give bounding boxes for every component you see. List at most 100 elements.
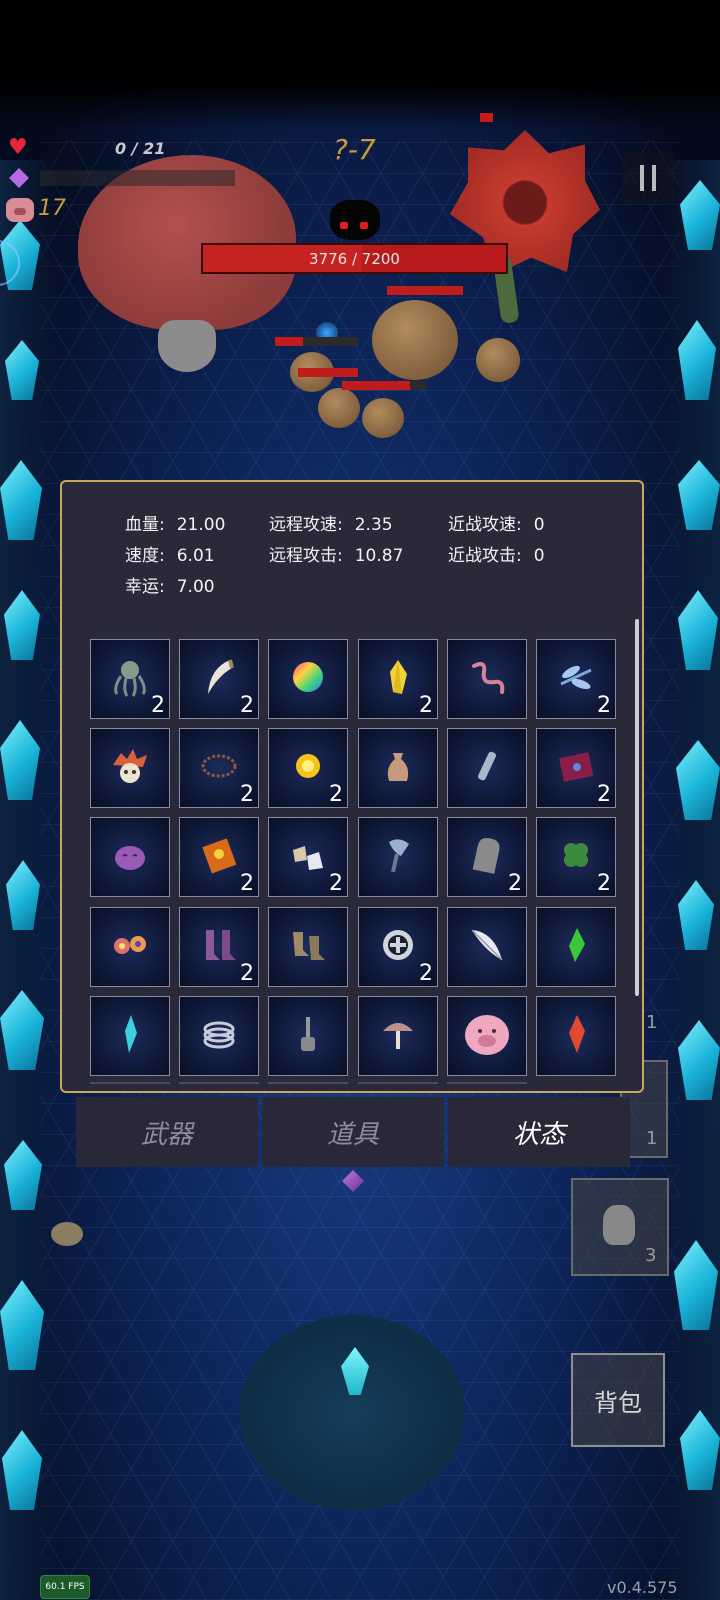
- potion-slot-count: 3: [645, 1245, 657, 1266]
- fps-counter: 60.1 FPS: [40, 1575, 90, 1599]
- flower-pair-icon: [107, 922, 153, 972]
- spellbook-icon: [553, 743, 599, 793]
- stat-hp: 血量: 21.00: [125, 515, 226, 535]
- rock-golem-enemy: [372, 300, 458, 380]
- heart-icon: ♥: [8, 135, 28, 160]
- enemy-health-bar: [342, 381, 410, 390]
- inventory-slot[interactable]: [268, 996, 348, 1076]
- partial-row: [90, 1082, 620, 1086]
- inventory-slot[interactable]: [447, 996, 527, 1076]
- left-crystal-wall: [0, 160, 60, 1600]
- tab-items[interactable]: 道具: [262, 1097, 444, 1167]
- cross-shield-ring-icon: [375, 922, 421, 972]
- cyan-crystal-icon: [107, 1011, 153, 1061]
- lantern-icon: [285, 1011, 331, 1061]
- inventory-slot[interactable]: [358, 728, 438, 808]
- backpack-button[interactable]: 背包: [571, 1353, 665, 1447]
- boss-health-text: 3776 / 7200: [309, 249, 400, 268]
- purple-boots-icon: [196, 922, 242, 972]
- purple-slime-icon: [107, 832, 153, 882]
- pouch-icon: [375, 743, 421, 793]
- item-count: 2: [240, 871, 254, 896]
- item-count: 2: [151, 693, 165, 718]
- spring-coil-icon: [196, 1011, 242, 1061]
- xp-bar: [40, 170, 235, 186]
- inventory-slot[interactable]: [90, 728, 170, 808]
- yellow-crystal-icon: [375, 654, 421, 704]
- inventory-slot[interactable]: [536, 996, 616, 1076]
- rainbow-orb-icon: [285, 654, 331, 704]
- leather-boots-icon: [285, 922, 331, 972]
- game-scene: ♥ 17 0 / 21 ?-7 3776 / 7200 1 1 3 背包 60.…: [0, 0, 720, 1600]
- version-text: v0.4.575: [607, 1578, 678, 1597]
- inventory-slot[interactable]: 2: [358, 639, 438, 719]
- item-count: 2: [240, 693, 254, 718]
- steel-axe-icon: [375, 832, 421, 882]
- tab-status[interactable]: 状态: [448, 1097, 630, 1167]
- inventory-slot[interactable]: [90, 907, 170, 987]
- item-count: 2: [329, 871, 343, 896]
- inventory-slot[interactable]: 2: [536, 639, 616, 719]
- inventory-slot[interactable]: 2: [268, 728, 348, 808]
- inventory-slot[interactable]: [447, 907, 527, 987]
- inventory-slot[interactable]: [447, 728, 527, 808]
- ore-chunks-icon: [285, 832, 331, 882]
- thorn-ring-icon: [196, 743, 242, 793]
- rock-minion: [362, 398, 404, 438]
- coin-count: 17: [38, 196, 66, 221]
- inventory-slot[interactable]: [358, 817, 438, 897]
- item-count: 2: [240, 782, 254, 807]
- inventory-slot[interactable]: 2: [90, 639, 170, 719]
- tab-weapons[interactable]: 武器: [76, 1097, 258, 1167]
- inventory-slot[interactable]: 2: [179, 639, 259, 719]
- golden-tome-icon: [196, 832, 242, 882]
- inventory-slot[interactable]: 2: [179, 817, 259, 897]
- inventory-slot[interactable]: [536, 907, 616, 987]
- item-count: 2: [419, 693, 433, 718]
- boss-health-bar: 3776 / 7200: [201, 243, 508, 274]
- inventory-slot[interactable]: 2: [179, 907, 259, 987]
- inventory-slot[interactable]: 2: [536, 728, 616, 808]
- octopus-icon: [107, 654, 153, 704]
- inventory-slot[interactable]: 2: [179, 728, 259, 808]
- rock-minion: [476, 338, 520, 382]
- inventory-slot[interactable]: 2: [536, 817, 616, 897]
- item-count: 2: [597, 693, 611, 718]
- rock-minion: [318, 388, 360, 428]
- item-count: 2: [508, 871, 522, 896]
- potion-bottle-icon: [603, 1205, 635, 1245]
- inventory-slot[interactable]: [268, 907, 348, 987]
- inventory-slot[interactable]: [90, 996, 170, 1076]
- spiked-skull-icon: [107, 743, 153, 793]
- inventory-slot[interactable]: [268, 639, 348, 719]
- inventory-slot[interactable]: [179, 996, 259, 1076]
- mushroom-icon: [375, 1011, 421, 1061]
- quick-slot-count: 1: [646, 1012, 658, 1033]
- inventory-slot[interactable]: 2: [268, 817, 348, 897]
- top-shadow: [0, 0, 720, 130]
- inventory-slot[interactable]: 2: [358, 907, 438, 987]
- small-rock: [51, 1222, 83, 1246]
- quick-slot-count: 1: [646, 1128, 658, 1149]
- inventory-slot[interactable]: 2: [447, 817, 527, 897]
- stat-speed: 速度: 6.01: [125, 546, 215, 566]
- feather-icon: [464, 922, 510, 972]
- enemy-health-bar-empty: [303, 337, 358, 346]
- status-panel: 血量: 21.00 速度: 6.01 幸运: 7.00 远程攻速: 2.35 远程攻击:…: [60, 480, 644, 1093]
- inventory-slot[interactable]: [447, 639, 527, 719]
- crystal-fountain: [240, 1315, 465, 1510]
- enemy-health-bar-empty: [410, 381, 426, 390]
- shadow-boss: [330, 200, 380, 240]
- xp-text: 0 / 21: [115, 139, 166, 158]
- red-crystal-icon: [553, 1011, 599, 1061]
- item-count: 2: [240, 961, 254, 986]
- sun-orb-icon: [285, 743, 331, 793]
- inventory-slot[interactable]: [358, 996, 438, 1076]
- inventory-slot[interactable]: [90, 817, 170, 897]
- item-count: 2: [597, 871, 611, 896]
- pause-button[interactable]: [622, 152, 674, 204]
- item-scrollbar[interactable]: [635, 619, 639, 996]
- item-count: 2: [419, 961, 433, 986]
- enemy-health-bar: [298, 368, 358, 377]
- stat-melee-speed: 近战攻速: 0: [448, 515, 545, 535]
